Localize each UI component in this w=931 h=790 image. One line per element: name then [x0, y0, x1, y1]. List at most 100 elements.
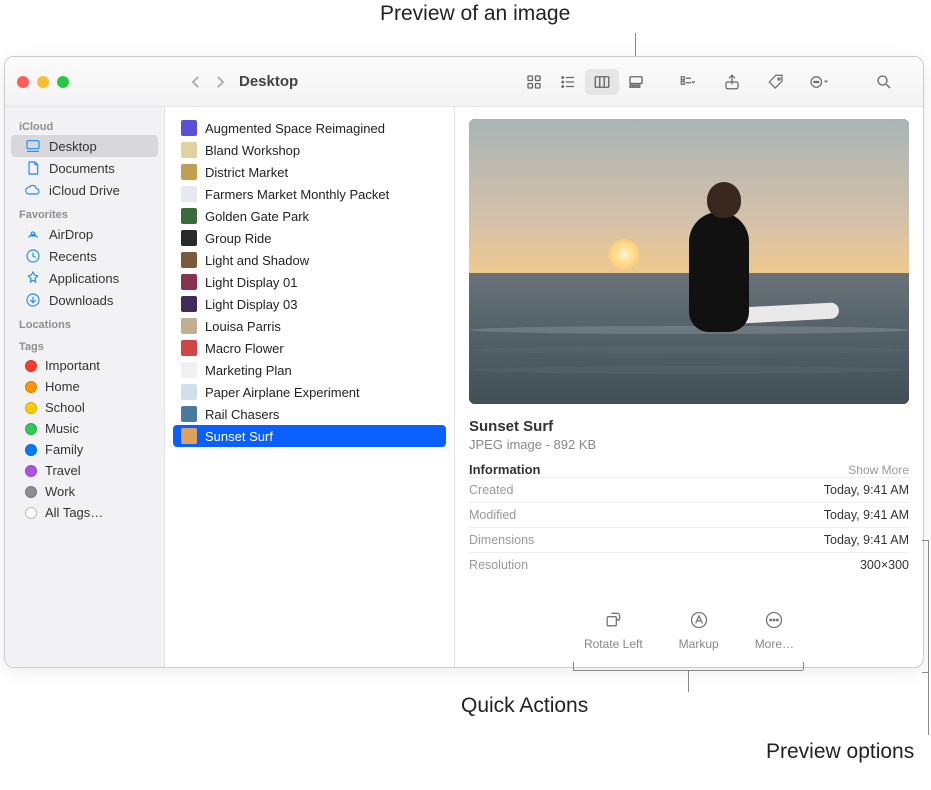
doc-icon: [25, 160, 41, 176]
column-view-button[interactable]: [585, 69, 619, 95]
gallery-view-button[interactable]: [619, 69, 653, 95]
callout-line: [922, 540, 929, 541]
file-thumbnail-icon: [181, 384, 197, 400]
callout-line: [922, 672, 929, 673]
info-row: CreatedToday, 9:41 AM: [469, 477, 909, 502]
file-item[interactable]: Paper Airplane Experiment: [173, 381, 446, 403]
maximize-window-button[interactable]: [57, 76, 69, 88]
preview-pane: Sunset Surf JPEG image - 892 KB Informat…: [455, 107, 923, 667]
file-item[interactable]: Farmers Market Monthly Packet: [173, 183, 446, 205]
sidebar-item-label: Home: [45, 379, 80, 394]
file-item[interactable]: Light Display 01: [173, 271, 446, 293]
minimize-window-button[interactable]: [37, 76, 49, 88]
file-item[interactable]: Light Display 03: [173, 293, 446, 315]
sidebar-heading: iCloud: [5, 113, 164, 135]
file-item-label: Marketing Plan: [205, 363, 292, 378]
preview-image: [469, 119, 909, 404]
sidebar-item-school[interactable]: School: [11, 397, 158, 418]
search-button[interactable]: [869, 70, 899, 94]
file-item-label: Augmented Space Reimagined: [205, 121, 385, 136]
file-thumbnail-icon: [181, 340, 197, 356]
file-item-label: Group Ride: [205, 231, 271, 246]
sidebar-item-desktop[interactable]: Desktop: [11, 135, 158, 157]
sidebar-item-all-tags-[interactable]: All Tags…: [11, 502, 158, 523]
sidebar-item-downloads[interactable]: Downloads: [11, 289, 158, 311]
sidebar-item-label: Recents: [49, 249, 97, 264]
info-value: Today, 9:41 AM: [824, 533, 909, 547]
sidebar-item-music[interactable]: Music: [11, 418, 158, 439]
sidebar-item-work[interactable]: Work: [11, 481, 158, 502]
sidebar-item-applications[interactable]: Applications: [11, 267, 158, 289]
forward-button[interactable]: [211, 73, 229, 91]
sidebar-item-label: Important: [45, 358, 100, 373]
callout-line: [803, 662, 804, 670]
icon-view-button[interactable]: [517, 69, 551, 95]
file-item[interactable]: District Market: [173, 161, 446, 183]
file-item-label: Light and Shadow: [205, 253, 309, 268]
tags-button[interactable]: [761, 70, 791, 94]
file-thumbnail-icon: [181, 230, 197, 246]
quick-action-label: More…: [755, 637, 794, 651]
clock-icon: [25, 248, 41, 264]
list-view-button[interactable]: [551, 69, 585, 95]
quick-action-label: Rotate Left: [584, 637, 643, 651]
download-icon: [25, 292, 41, 308]
sidebar-item-documents[interactable]: Documents: [11, 157, 158, 179]
window-title: Desktop: [239, 73, 298, 90]
sidebar-item-icloud-drive[interactable]: iCloud Drive: [11, 179, 158, 201]
sidebar-item-label: AirDrop: [49, 227, 93, 242]
sidebar-heading: Favorites: [5, 201, 164, 223]
quick-action-markup[interactable]: Markup: [679, 607, 719, 651]
quick-actions: Rotate Left Markup More…: [469, 607, 909, 657]
more-actions-button[interactable]: [805, 70, 835, 94]
titlebar: Desktop: [5, 57, 923, 107]
sidebar-item-label: Travel: [45, 463, 81, 478]
file-item[interactable]: Light and Shadow: [173, 249, 446, 271]
apps-icon: [25, 270, 41, 286]
group-by-button[interactable]: [673, 70, 703, 94]
more-icon: [761, 607, 787, 633]
tag-dot-icon: [25, 360, 37, 372]
sidebar-item-travel[interactable]: Travel: [11, 460, 158, 481]
show-more-button[interactable]: Show More: [848, 463, 909, 477]
sidebar-item-home[interactable]: Home: [11, 376, 158, 397]
file-item[interactable]: Louisa Parris: [173, 315, 446, 337]
desktop-icon: [25, 138, 41, 154]
info-row: Resolution300×300: [469, 552, 909, 577]
file-item[interactable]: Group Ride: [173, 227, 446, 249]
file-item[interactable]: Rail Chasers: [173, 403, 446, 425]
share-button[interactable]: [717, 70, 747, 94]
file-item[interactable]: Sunset Surf: [173, 425, 446, 447]
sidebar-item-family[interactable]: Family: [11, 439, 158, 460]
quick-action-rotate[interactable]: Rotate Left: [584, 607, 643, 651]
sidebar-item-airdrop[interactable]: AirDrop: [11, 223, 158, 245]
file-item[interactable]: Macro Flower: [173, 337, 446, 359]
sidebar-item-label: School: [45, 400, 85, 415]
file-thumbnail-icon: [181, 362, 197, 378]
quick-action-more[interactable]: More…: [755, 607, 794, 651]
information-heading: Information: [469, 462, 541, 477]
file-item-label: Rail Chasers: [205, 407, 279, 422]
sidebar-item-recents[interactable]: Recents: [11, 245, 158, 267]
file-item[interactable]: Golden Gate Park: [173, 205, 446, 227]
file-thumbnail-icon: [181, 120, 197, 136]
sidebar-item-label: iCloud Drive: [49, 183, 120, 198]
file-item[interactable]: Marketing Plan: [173, 359, 446, 381]
preview-subtitle: JPEG image - 892 KB: [469, 437, 909, 452]
file-item[interactable]: Bland Workshop: [173, 139, 446, 161]
file-item-label: Farmers Market Monthly Packet: [205, 187, 389, 202]
file-thumbnail-icon: [181, 142, 197, 158]
sidebar-item-label: Work: [45, 484, 75, 499]
tag-dot-icon: [25, 507, 37, 519]
close-window-button[interactable]: [17, 76, 29, 88]
sidebar-item-important[interactable]: Important: [11, 355, 158, 376]
back-button[interactable]: [187, 73, 205, 91]
file-item[interactable]: Augmented Space Reimagined: [173, 117, 446, 139]
nav-arrows: [187, 73, 229, 91]
file-thumbnail-icon: [181, 428, 197, 444]
info-value: 300×300: [860, 558, 909, 572]
info-row: ModifiedToday, 9:41 AM: [469, 502, 909, 527]
file-item-label: District Market: [205, 165, 288, 180]
callout-line: [573, 662, 574, 670]
callout-quick-actions: Quick Actions: [461, 694, 588, 718]
